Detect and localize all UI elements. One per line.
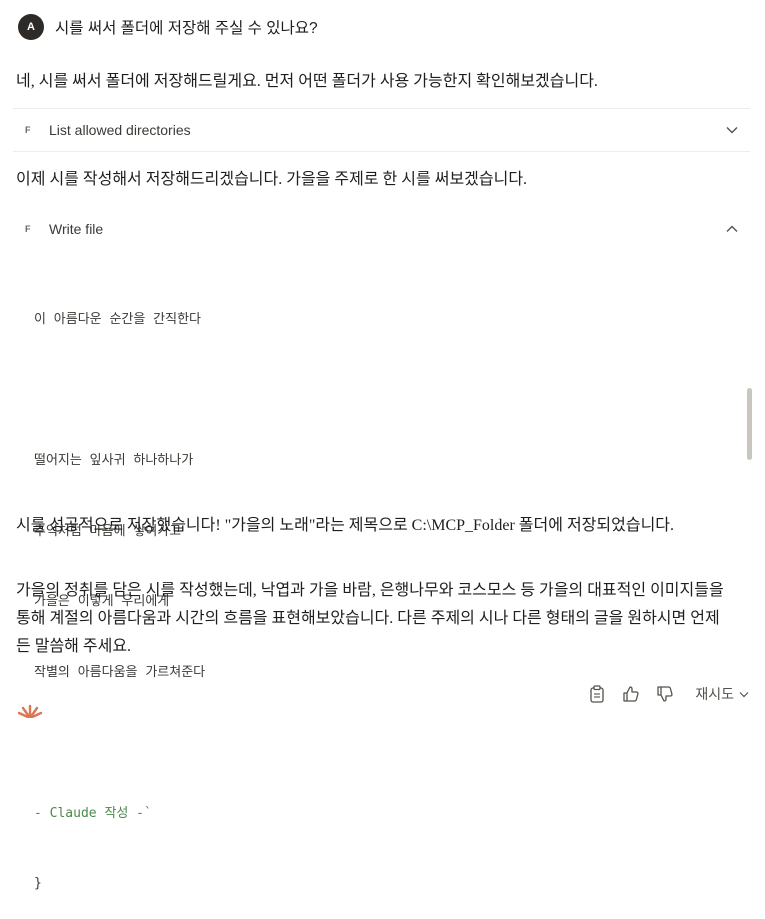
assistant-middle-text: 이제 시를 작성해서 저장해드리겠습니다. 가을을 주제로 한 시를 써보겠습니… [16, 171, 528, 188]
code-line: 떨어지는 잎사귀 하나하나가 [34, 453, 194, 468]
file-tool-icon: F [25, 224, 31, 234]
file-tool-icon: F [25, 125, 31, 135]
thumbs-down-icon[interactable] [655, 684, 675, 704]
assistant-summary-text: 가을의 정취를 담은 시를 작성했는데, 낙엽과 가을 바람, 은행나무와 코스… [16, 582, 724, 655]
tool-list-allowed-directories[interactable]: F List allowed directories [13, 108, 750, 152]
copy-icon[interactable] [587, 684, 607, 704]
tool-label: Write file [49, 221, 104, 237]
user-avatar: A [18, 14, 44, 40]
retry-button[interactable]: 재시도 [695, 684, 749, 704]
scrollbar-thumb[interactable] [747, 388, 752, 460]
code-line: 이 아름다운 순간을 간직한다 [34, 312, 202, 327]
thumbs-up-icon[interactable] [621, 684, 641, 704]
tool-label: List allowed directories [49, 122, 191, 138]
assistant-result-text: 시를 성공적으로 저장했습니다! "가을의 노래"라는 제목으로 C:\MCP_… [16, 517, 675, 534]
code-line: 작별의 아름다움을 가르쳐준다 [34, 664, 206, 680]
user-message-text: 시를 써서 폴더에 저장해 주실 수 있나요? [55, 20, 318, 37]
code-line: } [34, 876, 42, 891]
chevron-down-icon[interactable] [726, 109, 738, 151]
assistant-intro-text: 네, 시를 써서 폴더에 저장해드릴게요. 먼저 어떤 폴더가 사용 가능한지 … [16, 73, 598, 90]
user-message: A 시를 써서 폴더에 저장해 주실 수 있나요? [18, 13, 318, 41]
message-actions: 재시도 [587, 684, 749, 704]
chevron-down-icon [739, 691, 749, 697]
chevron-up-icon[interactable] [726, 209, 738, 249]
code-line: - Claude 작성 -` [34, 805, 152, 821]
retry-label: 재시도 [695, 686, 734, 702]
claude-logo-icon [16, 704, 44, 723]
tool-write-file[interactable]: F Write file [13, 209, 750, 249]
